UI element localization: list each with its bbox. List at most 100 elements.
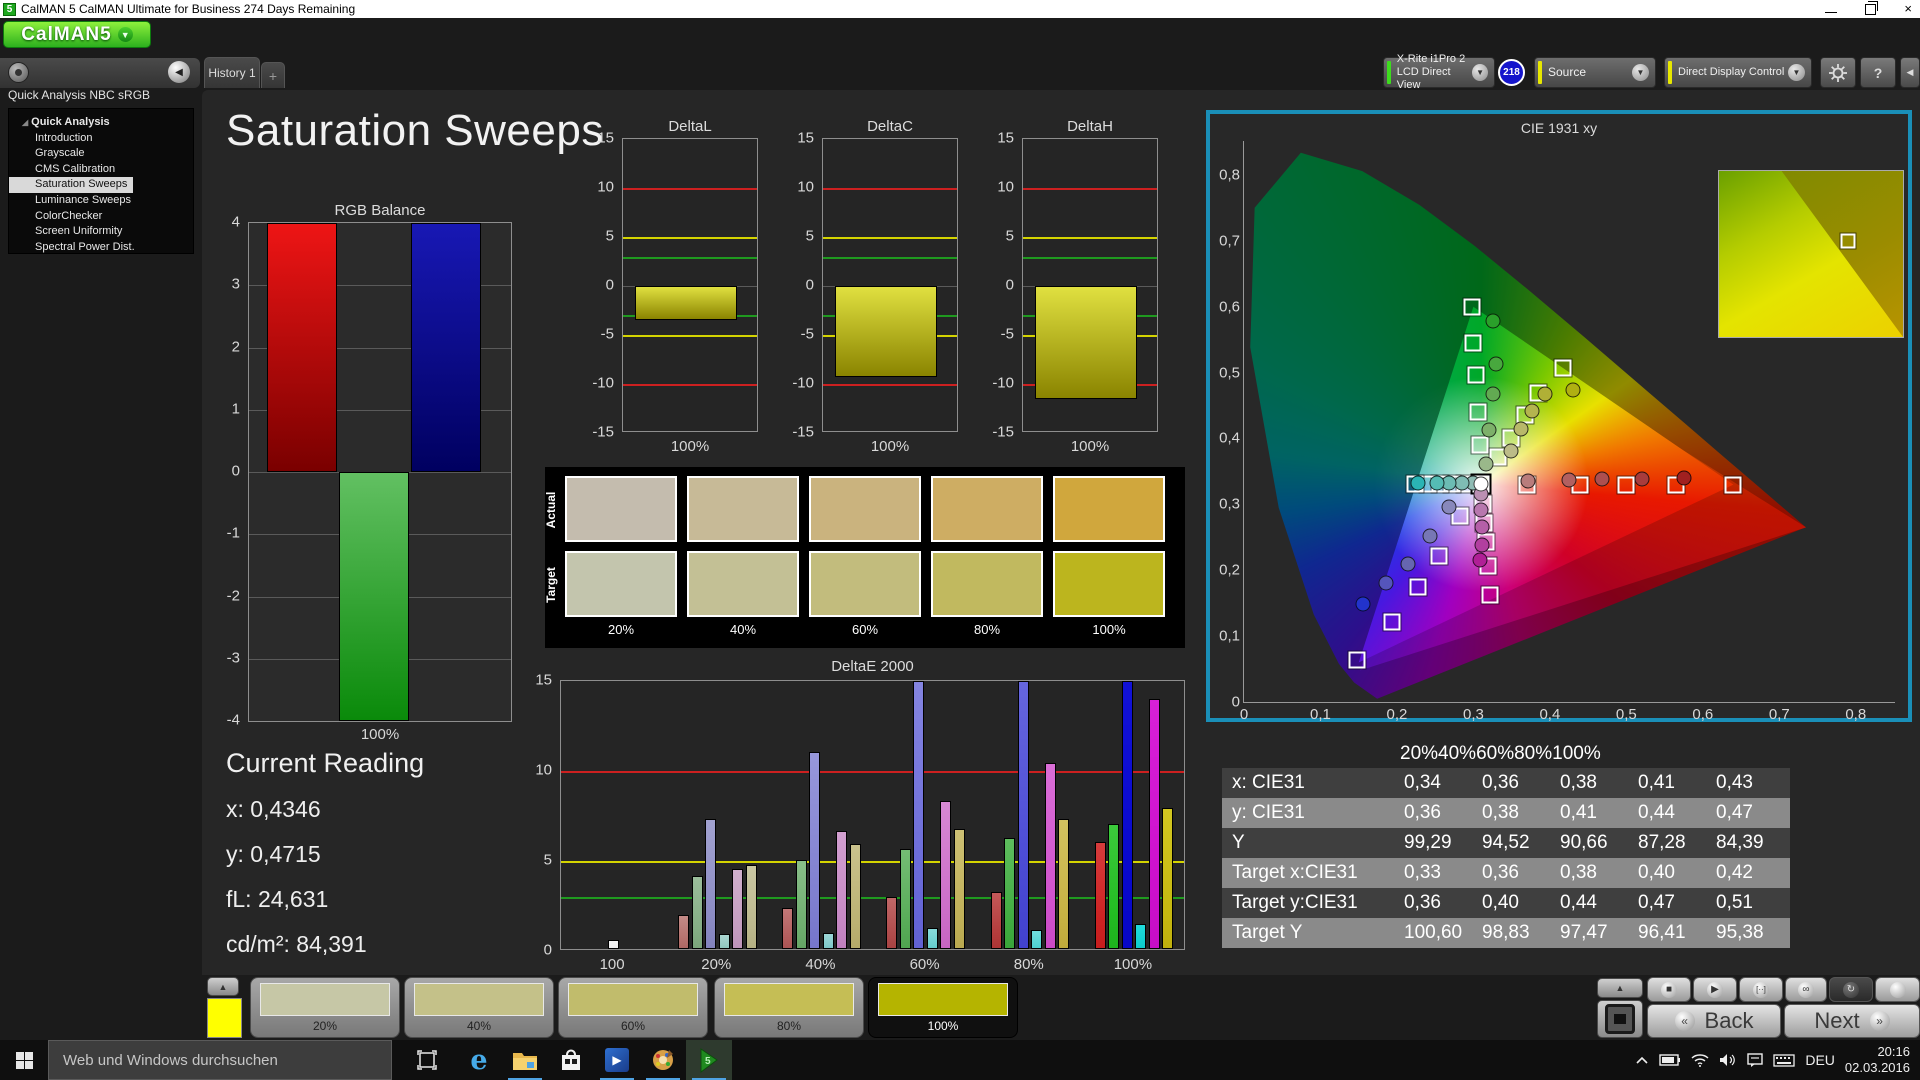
measured-marker-yellow <box>1565 382 1580 397</box>
close-icon[interactable]: × <box>1904 0 1912 18</box>
deltae-bar <box>1122 681 1133 949</box>
current-reading-line: x: 0,4346 <box>226 796 321 823</box>
table-cell: 94,52 <box>1478 832 1556 854</box>
meter-dropdown[interactable]: X-Rite i1Pro 2 LCD Direct View ▼ <box>1383 57 1495 88</box>
table-cell: 90,66 <box>1556 832 1634 854</box>
battery-icon[interactable] <box>1659 1054 1681 1066</box>
pattern-button-100%[interactable]: 100% <box>868 977 1018 1038</box>
source-dropdown[interactable]: Source ▼ <box>1534 57 1656 88</box>
minimize-icon[interactable] <box>1825 6 1837 13</box>
taskbar-explorer-button[interactable] <box>502 1040 548 1080</box>
taskbar-store-button[interactable] <box>548 1040 594 1080</box>
measured-marker-blue <box>1356 596 1371 611</box>
blank-button[interactable] <box>1875 977 1920 1002</box>
settings-button[interactable] <box>1820 57 1856 88</box>
svg-text:5: 5 <box>705 1056 711 1067</box>
actual-swatch-20% <box>565 476 677 542</box>
table-cell: 0,41 <box>1634 772 1712 794</box>
cie-xtick: 0,6 <box>1692 706 1713 723</box>
pattern-button-40%[interactable]: 40% <box>404 977 554 1038</box>
pattern-window-button[interactable] <box>1597 1000 1643 1038</box>
record-button[interactable] <box>8 62 29 83</box>
sidebar-item-screen-uniformity[interactable]: Screen Uniformity <box>9 224 193 240</box>
sidebar-collapse-icon[interactable]: ◀ <box>168 61 190 83</box>
restore-icon[interactable] <box>1865 4 1876 15</box>
taskbar-edge-button[interactable]: e <box>456 1040 502 1080</box>
panel-collapse-button[interactable]: ◀ <box>1900 57 1920 88</box>
sidebar-item-quick-analysis[interactable]: ◢Quick Analysis <box>9 115 193 131</box>
taskbar-search-input[interactable]: Web und Windows durchsuchen <box>48 1040 392 1080</box>
pattern-button-60%[interactable]: 60% <box>558 977 708 1038</box>
meter-count-badge[interactable]: 218 <box>1498 59 1525 86</box>
display-control-dropdown[interactable]: Direct Display Control ▼ <box>1664 57 1812 88</box>
task-view-button[interactable] <box>404 1040 450 1080</box>
table-cell: 0,36 <box>1478 862 1556 884</box>
pattern-button-label: 60% <box>559 1019 707 1033</box>
table-cell: 0,41 <box>1556 802 1634 824</box>
deltae-bar <box>732 869 743 949</box>
start-button[interactable] <box>0 1040 48 1080</box>
delta-ytick: 0 <box>574 277 614 294</box>
pattern-collapse-button[interactable]: ▲ <box>207 977 239 996</box>
rgb-ytick: 0 <box>200 463 240 480</box>
measured-marker-red <box>1634 472 1649 487</box>
taskbar-calman-button[interactable]: 5 <box>686 1040 732 1080</box>
sidebar-item-spectral-power-dist-[interactable]: Spectral Power Dist. <box>9 240 193 256</box>
actual-swatch-100% <box>1053 476 1165 542</box>
cie-ytick: 0,1 <box>1198 628 1240 645</box>
delta-plot-deltal <box>622 138 758 432</box>
tab-history-1[interactable]: History 1 <box>204 57 260 88</box>
calman-logo-menu[interactable]: CalMAN5 ▼ <box>3 21 151 48</box>
tray-chevron-icon[interactable] <box>1635 1055 1649 1065</box>
pattern-button-20%[interactable]: 20% <box>250 977 400 1038</box>
sidebar-item-introduction[interactable]: Introduction <box>9 131 193 147</box>
task-view-icon <box>416 1049 438 1071</box>
cie-ytick: 0,6 <box>1198 298 1240 315</box>
taskbar-paint-button[interactable] <box>640 1040 686 1080</box>
pattern-button-80%[interactable]: 80% <box>714 977 864 1038</box>
delta-ytick: -10 <box>974 375 1014 392</box>
sidebar-item-cms-calibration[interactable]: CMS Calibration <box>9 162 193 178</box>
deltae-ytick: 15 <box>512 672 552 689</box>
sidebar-item-colorchecker[interactable]: ColorChecker <box>9 209 193 225</box>
tab-add[interactable]: + <box>261 62 285 88</box>
clock[interactable]: 20:16 02.03.2016 <box>1845 1044 1910 1076</box>
refresh-button[interactable]: ↻ <box>1829 977 1873 1002</box>
target-marker-magenta <box>1482 587 1499 604</box>
cie-xtick: 0 <box>1240 706 1248 723</box>
cie-zoom-inset <box>1718 170 1904 338</box>
rgb-ytick: 4 <box>200 214 240 231</box>
target-marker-green <box>1471 437 1488 454</box>
sidebar-item-saturation-sweeps[interactable]: Saturation Sweeps <box>9 177 133 193</box>
pattern-window-expand-button[interactable]: ▲ <box>1597 978 1643 998</box>
touch-keyboard-icon[interactable] <box>1773 1054 1795 1067</box>
target-marker-red <box>1725 476 1742 493</box>
measured-marker-blue <box>1379 575 1394 590</box>
sidebar-item-luminance-sweeps[interactable]: Luminance Sweeps <box>9 193 193 209</box>
stop-button[interactable]: ■ <box>1647 977 1691 1002</box>
pattern-chip <box>568 983 698 1016</box>
help-button[interactable]: ? <box>1860 57 1896 88</box>
play-button[interactable]: ▶ <box>1693 977 1737 1002</box>
rgb-ytick: -4 <box>200 712 240 729</box>
measure-series-button[interactable]: [··] <box>1739 977 1783 1002</box>
measured-marker-cyan <box>1429 476 1444 491</box>
language-indicator[interactable]: DEU <box>1805 1052 1835 1068</box>
deltae-bar <box>1045 763 1056 949</box>
table-row: x: CIE310,340,360,380,410,43 <box>1222 768 1790 798</box>
deltae-bar <box>1004 838 1015 949</box>
measured-marker-yellow <box>1525 403 1540 418</box>
table-cell: 0,34 <box>1400 772 1478 794</box>
speaker-icon[interactable] <box>1719 1053 1737 1067</box>
next-button[interactable]: Next » <box>1784 1004 1920 1038</box>
limit-line-red <box>561 771 1184 773</box>
wifi-icon[interactable] <box>1691 1053 1709 1067</box>
continuous-measure-button[interactable]: ∞ <box>1785 977 1827 1002</box>
action-center-icon[interactable] <box>1747 1053 1763 1067</box>
delta-ytick: -10 <box>774 375 814 392</box>
taskbar-media-button[interactable]: ▶ <box>594 1040 640 1080</box>
back-button[interactable]: « Back <box>1647 1004 1781 1038</box>
current-reading-title: Current Reading <box>226 748 424 779</box>
sidebar-item-grayscale[interactable]: Grayscale <box>9 146 193 162</box>
gear-icon <box>1829 64 1847 82</box>
